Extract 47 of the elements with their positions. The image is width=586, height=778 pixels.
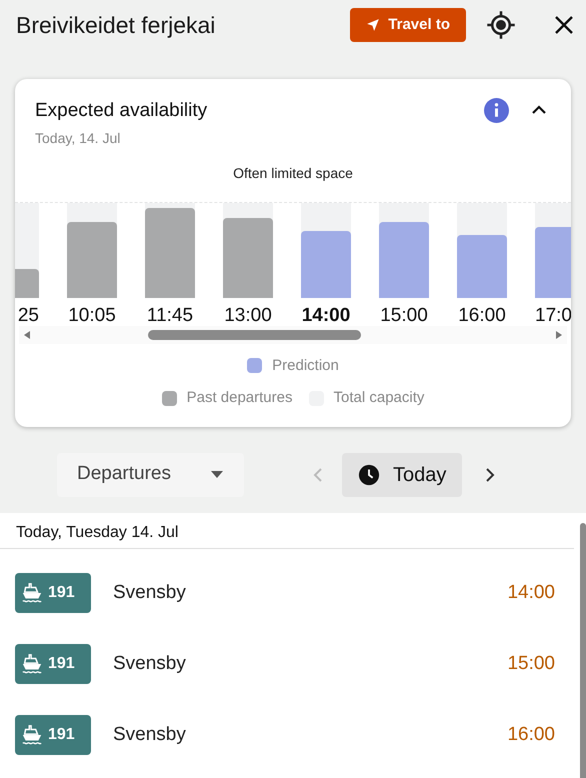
horizontal-scrollbar[interactable] xyxy=(19,326,567,344)
bar-label: 14:00 xyxy=(302,304,350,328)
scroll-right-icon[interactable] xyxy=(555,330,563,338)
destination: Svensby xyxy=(113,652,187,676)
card-date: Today, 14. Jul xyxy=(35,128,122,148)
today-button[interactable]: Today xyxy=(342,452,462,496)
bar-label: 17:0 xyxy=(535,304,571,328)
next-day-icon[interactable] xyxy=(484,466,496,482)
legend-label: Past departures xyxy=(186,388,292,408)
departure-time: 16:00 xyxy=(507,722,555,747)
clock-icon xyxy=(358,464,380,486)
scroll-thumb[interactable] xyxy=(148,330,361,340)
stop-title: Breivikeidet ferjekai xyxy=(16,10,216,40)
list-heading: Today, Tuesday 14. Jul xyxy=(16,523,178,543)
bar-label: 10:05 xyxy=(68,304,116,328)
ferry-icon xyxy=(21,582,43,604)
navigation-arrow-icon xyxy=(366,18,380,32)
departures-dropdown[interactable]: Departures xyxy=(57,452,244,496)
scroll-left-icon[interactable] xyxy=(23,330,31,338)
bar-label: 25 xyxy=(18,304,39,328)
departure-row[interactable]: 191 Svensby 16:00 xyxy=(0,698,574,772)
travel-to-button[interactable]: Travel to xyxy=(350,8,466,42)
dropdown-caret-icon xyxy=(210,470,224,478)
ferry-icon xyxy=(21,653,43,675)
collapse-chevron-icon[interactable] xyxy=(531,103,547,115)
route-badge: 191 xyxy=(15,715,91,755)
departure-row[interactable]: 191 Svensby 15:00 xyxy=(0,628,574,700)
card-title: Expected availability xyxy=(35,99,208,123)
bar-label: 11:45 xyxy=(146,304,194,328)
locate-icon[interactable] xyxy=(486,10,516,40)
route-badge: 191 xyxy=(15,573,91,613)
info-icon[interactable] xyxy=(484,98,509,123)
bar-label: 13:00 xyxy=(224,304,272,328)
departure-time: 14:00 xyxy=(507,580,555,605)
ferry-icon xyxy=(21,724,43,746)
legend-label: Prediction xyxy=(272,356,339,376)
destination: Svensby xyxy=(113,580,187,605)
legend-label: Total capacity xyxy=(334,388,424,408)
departure-time: 15:00 xyxy=(507,652,555,676)
departure-row[interactable]: 191 Svensby 14:00 xyxy=(0,556,574,630)
vertical-scrollbar[interactable] xyxy=(580,522,586,778)
bar-label: 16:00 xyxy=(458,304,506,328)
close-icon[interactable] xyxy=(554,15,574,35)
route-badge: 191 xyxy=(15,644,91,684)
bar-label: 15:00 xyxy=(380,304,428,328)
destination: Svensby xyxy=(113,722,187,747)
limited-space-label: Often limited space xyxy=(233,164,353,183)
